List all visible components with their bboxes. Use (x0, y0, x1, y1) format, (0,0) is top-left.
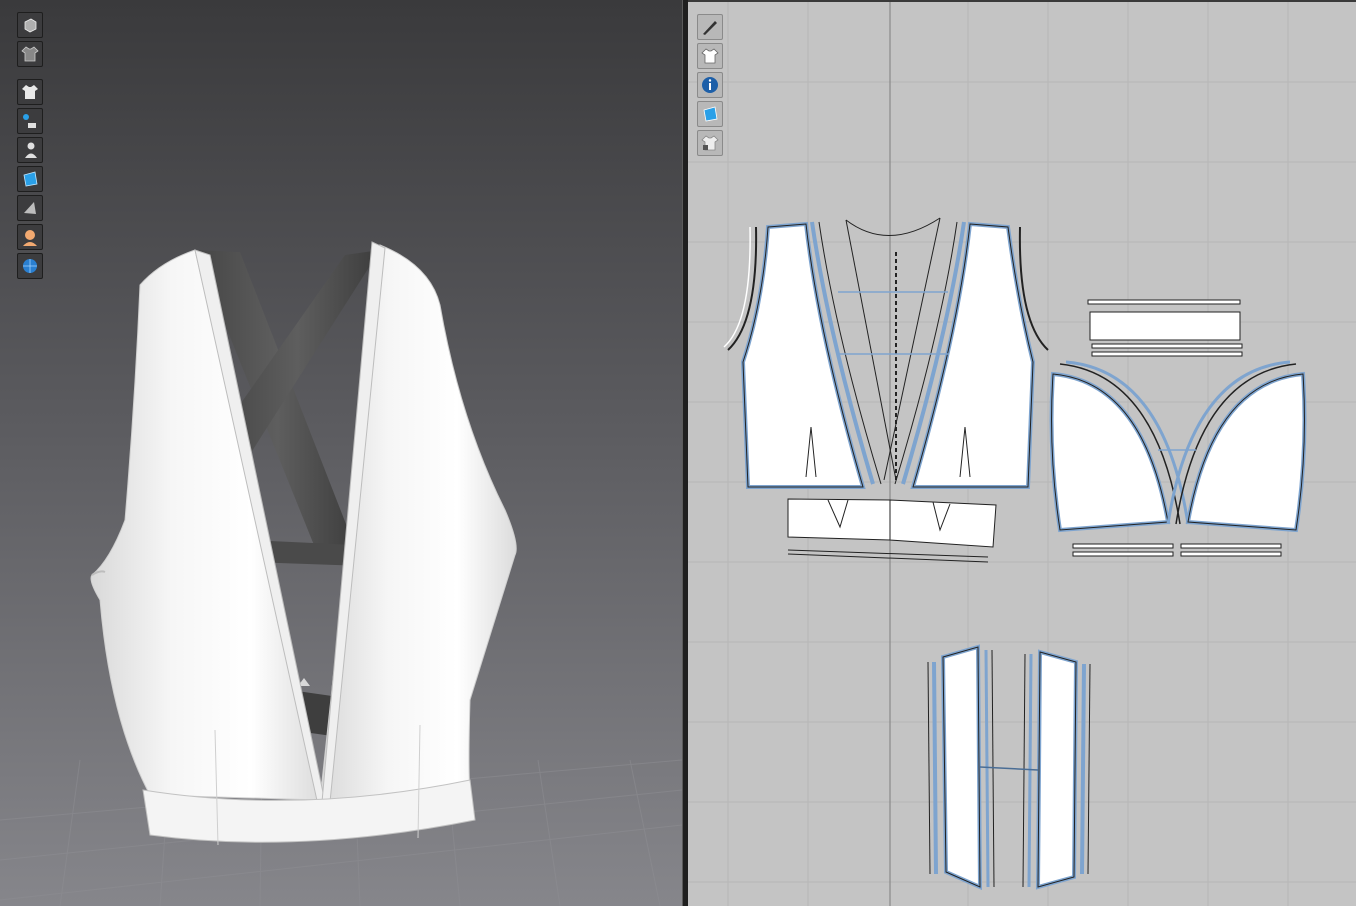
shading-button[interactable] (17, 195, 43, 221)
pattern-cup-bindings[interactable] (1072, 543, 1282, 557)
show-avatar-button[interactable] (17, 137, 43, 163)
show-garment-2d-icon (701, 48, 719, 64)
avatar-skin-button[interactable] (17, 224, 43, 250)
pattern-cup-left[interactable] (1049, 360, 1190, 533)
avatar-skin-icon (23, 230, 37, 246)
show-avatar-measure-icon (23, 114, 36, 128)
app-window (0, 0, 1356, 906)
3d-toolbar (17, 12, 43, 282)
cube-button[interactable] (17, 12, 43, 38)
2d-pattern-panel[interactable] (688, 0, 1356, 906)
lock-pattern-button[interactable] (697, 130, 723, 156)
show-avatar-icon (25, 142, 37, 158)
pattern-cup-right[interactable] (1158, 360, 1307, 533)
info-icon (702, 77, 718, 93)
show-avatar-measure-button[interactable] (17, 108, 43, 134)
pen-tool-icon (703, 21, 717, 35)
show-garment-2d-button[interactable] (697, 43, 723, 69)
garment-outline-icon (21, 46, 39, 62)
2d-toolbar (697, 14, 723, 159)
pattern-back-strap-right[interactable] (979, 649, 1091, 890)
cube-icon (24, 18, 37, 33)
garment-outline-button[interactable] (17, 41, 43, 67)
globe-icon (23, 259, 37, 273)
pattern-strap-pieces[interactable] (1087, 299, 1243, 357)
3d-scene[interactable] (0, 0, 682, 906)
pen-tool-button[interactable] (697, 14, 723, 40)
texture-2d-icon (703, 106, 718, 122)
texture-surface-icon (23, 171, 38, 187)
globe-button[interactable] (17, 253, 43, 279)
texture-surface-button[interactable] (17, 166, 43, 192)
shading-icon (24, 202, 36, 214)
3d-view-panel[interactable] (0, 0, 682, 906)
info-button[interactable] (697, 72, 723, 98)
texture-2d-button[interactable] (697, 101, 723, 127)
lock-pattern-icon (701, 135, 719, 151)
pattern-waistband[interactable] (787, 498, 997, 563)
show-garment-button[interactable] (17, 79, 43, 105)
pattern-canvas[interactable] (688, 2, 1356, 906)
show-garment-icon (22, 85, 38, 99)
